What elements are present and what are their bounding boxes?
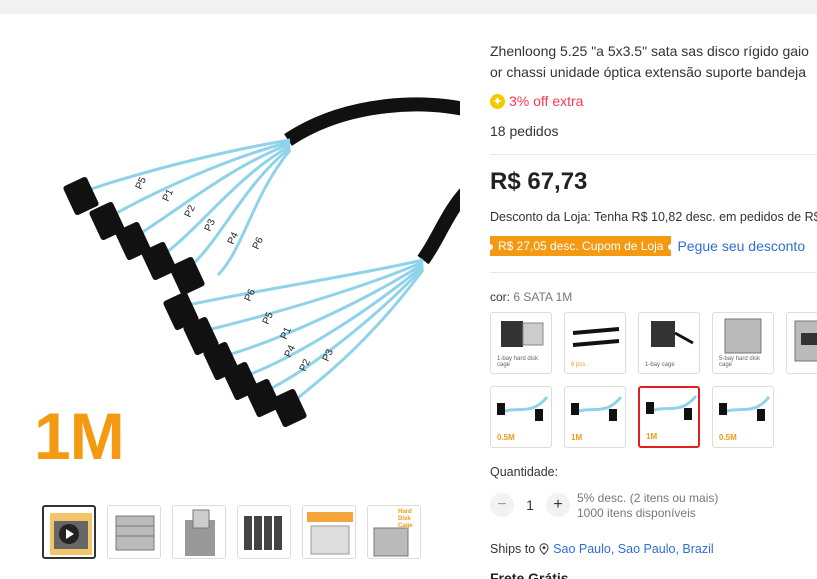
store-coupon[interactable]: R$ 27,05 desc. Cupom de Loja	[490, 236, 675, 256]
product-title: Zhenloong 5.25 "a 5x3.5" sata sas disco …	[490, 41, 817, 83]
drives-thumb-image	[244, 516, 282, 550]
cage-thumb-image	[185, 509, 215, 556]
variant-caption: 5-bay hard disk cage	[719, 356, 761, 368]
thumbnail-4[interactable]	[237, 505, 291, 559]
stock-text: 1000 itens disponíveis	[577, 506, 696, 520]
variant-caption: 1-bay hard disk cage	[497, 356, 539, 368]
variant-image	[794, 320, 817, 362]
cable-label: P5	[134, 175, 149, 191]
cage-thumb-image	[115, 515, 155, 551]
variant-caption: 1-bay cage	[645, 362, 675, 368]
main-product-image[interactable]: P5 P1 P2 P3 P4 P6 P6 P5 P1 P4 P2 P3 1M	[28, 40, 460, 490]
variant-option-7[interactable]: 1M	[564, 386, 626, 448]
variant-option-6[interactable]: 0.5M	[490, 386, 552, 448]
increase-button[interactable]: +	[546, 493, 570, 517]
location-pin-icon	[539, 543, 549, 555]
thumbnail-5[interactable]	[302, 505, 356, 559]
variant-option-5[interactable]	[786, 312, 817, 374]
product-title-line2: or chassi unidade óptica extensão suport…	[490, 64, 806, 80]
cable-label: P6	[243, 287, 258, 303]
thumbnail-6[interactable]: Hard Disk Cage	[367, 505, 421, 559]
shipping-location-link[interactable]: Sao Paulo, Sao Paulo, Brazil	[553, 542, 714, 556]
orders-count: 18 pedidos	[490, 123, 559, 139]
variant-caption: 6 pcs	[571, 362, 586, 368]
store-discount: Desconto da Loja: Tenha R$ 10,82 desc. e…	[490, 210, 817, 224]
divider	[490, 154, 817, 155]
variant-option-1[interactable]: 1-bay hard disk cage	[490, 312, 552, 374]
cable-label: P6	[251, 235, 266, 251]
ships-to-label: Ships to	[490, 542, 536, 556]
extra-discount-text: 3% off extra	[509, 93, 584, 109]
cable-label: P3	[203, 217, 218, 233]
product-info: Zhenloong 5.25 "a 5x3.5" sata sas disco …	[490, 0, 817, 579]
thumb-caption: Hard Disk Cage	[398, 509, 413, 529]
variant-option-4[interactable]: 5-bay hard disk cage	[712, 312, 774, 374]
variant-caption: 0.5M	[497, 433, 515, 442]
install-thumb-image	[307, 512, 353, 555]
variant-caption: 1M	[571, 433, 583, 442]
variant-caption: 1M	[646, 432, 658, 441]
coin-icon: ✦	[490, 93, 505, 109]
extra-discount: ✦ 3% off extra	[490, 93, 583, 109]
decrease-button[interactable]: −	[490, 493, 514, 517]
coupon-row: R$ 27,05 desc. Cupom de Loja Pegue seu d…	[490, 236, 805, 256]
thumbnail-strip: Hard Disk Cage	[42, 505, 421, 559]
quantity-label: Quantidade:	[490, 465, 559, 479]
variant-caption: 0.5M	[719, 433, 737, 442]
cable-label: P3	[321, 347, 336, 363]
bulk-discount-text: 5% desc. (2 itens ou mais)	[577, 491, 719, 505]
variant-option-2[interactable]: 6 pcs	[564, 312, 626, 374]
free-shipping: Frete Grátis	[490, 570, 569, 579]
thumbnail-3[interactable]	[172, 505, 226, 559]
cable-label: P2	[183, 203, 198, 219]
quantity-input[interactable]: 1	[514, 497, 546, 513]
quantity-info: 5% desc. (2 itens ou mais) 1000 itens di…	[577, 491, 718, 521]
quantity-stepper: − 1 +	[490, 493, 570, 517]
get-coupon-link[interactable]: Pegue seu desconto	[677, 238, 805, 254]
cable-label: P1	[279, 325, 294, 341]
price: R$ 67,73	[490, 168, 588, 195]
variant-selected: 6 SATA 1M	[513, 290, 573, 304]
variant-option-3[interactable]: 1-bay cage	[638, 312, 700, 374]
variant-option-8-selected[interactable]: 1M	[638, 386, 700, 448]
variant-label-text: cor:	[490, 290, 511, 304]
play-icon	[59, 524, 79, 544]
divider	[490, 272, 817, 273]
thumbnail-2[interactable]	[107, 505, 161, 559]
length-label: 1M	[34, 399, 125, 473]
thumbnail-video[interactable]	[42, 505, 96, 559]
product-title-line1: Zhenloong 5.25 "a 5x3.5" sata sas disco …	[490, 43, 809, 59]
variant-label: cor: 6 SATA 1M	[490, 290, 572, 304]
variant-option-9[interactable]: 0.5M	[712, 386, 774, 448]
ships-to: Ships to Sao Paulo, Sao Paulo, Brazil	[490, 542, 714, 556]
